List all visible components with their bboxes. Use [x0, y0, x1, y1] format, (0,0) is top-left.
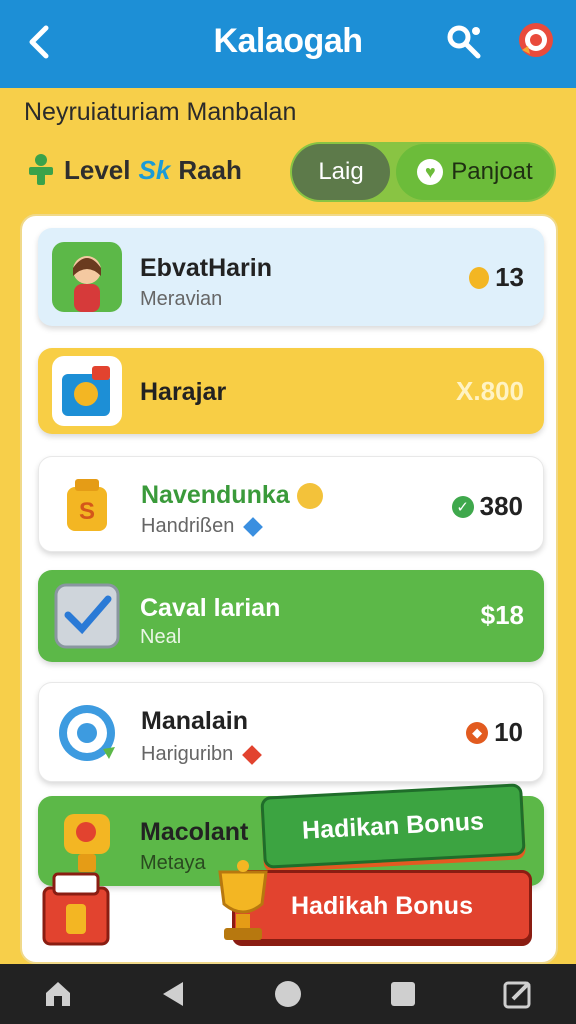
trophy-icon [208, 858, 278, 944]
level-label: Level [64, 154, 131, 185]
item-name: Caval larian [140, 594, 281, 622]
item-sub: Metaya [140, 852, 206, 874]
item-sub: Hariguribn [141, 743, 262, 766]
toggle-option-b-label: Panjoat [451, 158, 533, 185]
system-nav-bar [0, 964, 576, 1024]
edit-icon [503, 981, 531, 1009]
item-name: Harajar [140, 378, 227, 406]
level-suffix: Raah [178, 154, 242, 185]
share-button[interactable] [440, 18, 488, 66]
toggle-option-b[interactable]: ♥ Panjoat [396, 144, 554, 200]
value-text: X.800 [456, 376, 524, 406]
page-title: Kalaogah [213, 22, 363, 60]
heart-icon: ♥ [417, 159, 444, 185]
check-icon: ✓ [451, 495, 474, 518]
avatar-girl-icon [52, 242, 122, 312]
item-sub-text: Hariguribn [141, 743, 234, 765]
gift-box-icon [52, 356, 122, 426]
item-name: Navendunka [141, 481, 323, 510]
gem-icon: ◆ [466, 721, 489, 744]
value-text: 10 [494, 717, 523, 747]
value-text: $18 [480, 600, 524, 630]
item-sub-text: Handrißen [141, 515, 235, 537]
treasure-chest-icon [38, 868, 114, 948]
settings-icon [519, 23, 553, 57]
item-name: Manalain [141, 707, 248, 735]
item-value: ◆ 10 [466, 717, 523, 748]
square-recents-icon [391, 982, 416, 1006]
item-sub: Meravian [140, 288, 223, 310]
item-value: $18 [481, 600, 524, 631]
settings-button[interactable] [512, 16, 560, 64]
svg-text:S: S [79, 498, 95, 525]
robot-icon [52, 806, 122, 876]
share-icon [447, 25, 481, 59]
money-jar-icon: S [53, 471, 123, 541]
item-value: X.800 [456, 376, 524, 407]
level-tag: Sk [138, 154, 171, 185]
value-text: 13 [495, 262, 524, 292]
nav-home-circle-button[interactable] [264, 970, 312, 1018]
chat-bubble-icon [53, 697, 123, 767]
item-sub: Neal [140, 626, 182, 648]
item-name: Macolant [140, 818, 249, 846]
app-bar: Kalaogah [0, 0, 576, 88]
coin-icon [469, 266, 490, 289]
checkbox-icon [52, 581, 122, 651]
level-indicator: Level Sk Raah [26, 152, 242, 188]
nav-edit-button[interactable] [494, 970, 542, 1018]
list-item[interactable]: Harajar X.800 [38, 348, 544, 434]
item-sub: Handrißen [141, 515, 263, 538]
list-item[interactable]: Caval larian Neal $18 [38, 570, 544, 662]
bonus-button-green[interactable]: Hadikan Bonus [260, 783, 526, 869]
nav-recents-button[interactable] [379, 970, 427, 1018]
list-item[interactable]: Manalain Hariguribn ◆ 10 [38, 682, 544, 782]
home-icon [45, 982, 70, 1006]
smiley-icon [296, 483, 323, 510]
mode-toggle: Laig ♥ Panjoat [290, 142, 556, 202]
list-item[interactable]: EbvatHarin Meravian 13 [38, 228, 544, 326]
toggle-option-a[interactable]: Laig [292, 144, 390, 200]
list-item[interactable]: S Navendunka Handrißen ✓ 380 [38, 456, 544, 552]
drop-icon [241, 744, 262, 765]
level-icon [26, 152, 56, 188]
back-triangle-icon [162, 982, 183, 1006]
item-name-text: Navendunka [141, 481, 290, 509]
diamond-icon [243, 516, 263, 537]
item-name: EbvatHarin [140, 254, 272, 282]
item-value: ✓ 380 [451, 491, 523, 522]
nav-back-button[interactable] [149, 970, 197, 1018]
circle-home-icon [274, 981, 301, 1007]
nav-home-button[interactable] [34, 970, 82, 1018]
item-value: 13 [469, 262, 524, 293]
subtitle: Neyruiaturiam Manbalan [24, 98, 297, 126]
value-text: 380 [479, 491, 523, 521]
